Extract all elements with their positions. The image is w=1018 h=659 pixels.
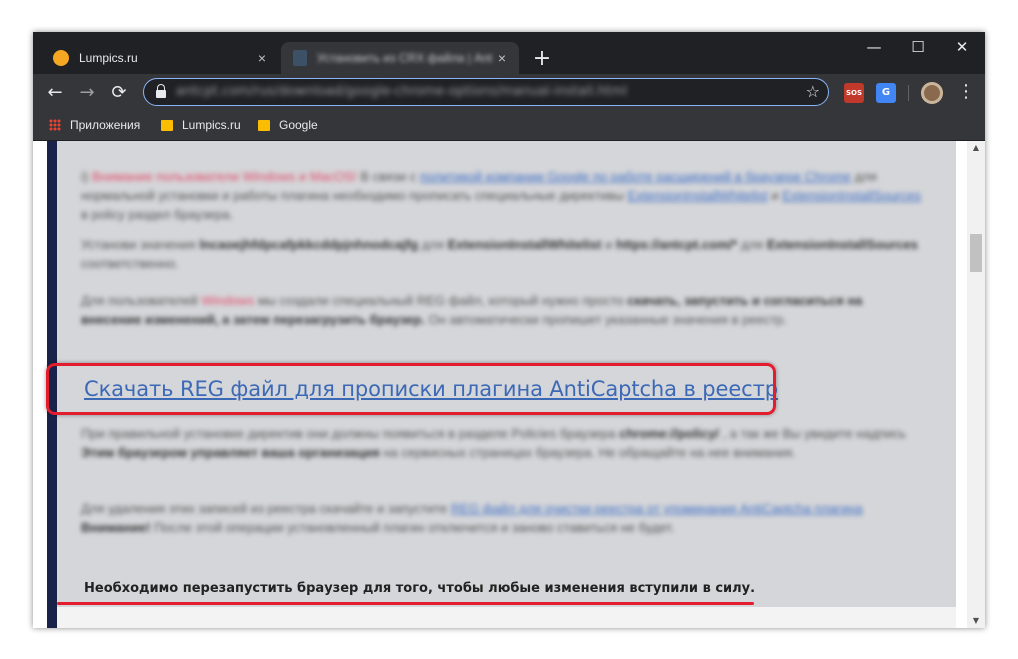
anticaptcha-favicon-icon <box>293 50 307 66</box>
para-text: на сервисных страницах браузера. Не обра… <box>383 445 796 460</box>
para-text: соответственно. <box>81 256 179 271</box>
para-text: Установи значения <box>81 237 196 252</box>
address-bar[interactable]: antcpt.com/rus/download/google-chrome-op… <box>143 78 829 106</box>
cleanup-reg-link[interactable]: REG файл для очистки реестра от упоминан… <box>451 501 863 516</box>
sources-link[interactable]: ExtensionInstallSources <box>782 188 921 203</box>
vertical-scrollbar[interactable]: ▲ ▼ <box>967 141 985 628</box>
para-bold: ExtensionInstallSources <box>766 237 918 252</box>
para-bold: https://antcpt.com/* <box>616 237 738 252</box>
para-text: Для удаления этих записей из реестра ска… <box>81 501 448 516</box>
reload-button[interactable]: ⟳ <box>107 81 131 105</box>
folder-icon <box>258 119 270 131</box>
browser-window: Lumpics.ru × Установить из CRX файла | A… <box>33 32 985 628</box>
scroll-up-icon[interactable]: ▲ <box>967 141 985 155</box>
tab-anticaptcha[interactable]: Установить из CRX файла | AntiCaptcha × <box>281 42 519 74</box>
tab-title: Установить из CRX файла | AntiCaptcha <box>317 51 493 65</box>
red-underline-mark <box>57 602 754 605</box>
para-bold: ExtensionInstallWhitelist <box>447 237 602 252</box>
forward-button[interactable]: → <box>75 81 99 105</box>
apps-grid-icon <box>49 119 61 131</box>
folder-icon <box>161 119 173 131</box>
para-text: В связи с <box>360 169 417 184</box>
paragraph-policies: При правильной установке директив они до… <box>81 424 921 462</box>
para-text: и <box>771 188 779 203</box>
para-text: После этой операции установленный плагин… <box>153 520 675 535</box>
minimize-button[interactable]: — <box>859 38 889 56</box>
bookmark-lumpics[interactable]: Lumpics.ru <box>161 118 241 132</box>
tab-lumpics[interactable]: Lumpics.ru × <box>41 42 279 74</box>
lumpics-favicon-icon <box>53 50 69 66</box>
bookmark-apps[interactable]: Приложения <box>49 118 140 132</box>
translate-extension-icon[interactable]: G <box>876 83 896 103</box>
tab-close-icon[interactable]: × <box>493 50 511 66</box>
article-footer-strip <box>57 607 956 628</box>
profile-avatar[interactable] <box>921 82 943 104</box>
bookmark-label: Приложения <box>70 118 141 132</box>
para-text: Он автоматически пропишет указанные знач… <box>428 312 788 327</box>
para-bold: Этим браузером управляет ваша организаци… <box>81 445 380 460</box>
scroll-down-icon[interactable]: ▼ <box>967 614 985 628</box>
whitelist-link[interactable]: ExtensionInstallWhitelist <box>628 188 768 203</box>
toolbar: ← → ⟳ antcpt.com/rus/download/google-chr… <box>33 74 985 112</box>
toolbar-separator <box>908 85 909 101</box>
bookmark-star-icon[interactable]: ☆ <box>806 82 820 101</box>
warning-text: Внимание пользователи Windows и MacOS! <box>91 169 357 184</box>
bookmark-google[interactable]: Google <box>258 118 318 132</box>
para-bold: chrome://policy/ <box>619 426 719 441</box>
para-text: для <box>421 237 445 252</box>
close-window-button[interactable]: ✕ <box>947 38 977 56</box>
paragraph-removal: Для удаления этих записей из реестра ска… <box>81 499 921 537</box>
paragraph-reg-file: Для пользователей Windows мы создали спе… <box>81 291 921 329</box>
tab-close-icon[interactable]: × <box>253 50 271 66</box>
bookmarks-bar: Приложения Lumpics.ru Google <box>33 112 985 141</box>
lock-icon[interactable] <box>156 84 166 98</box>
tab-strip: Lumpics.ru × Установить из CRX файла | A… <box>33 32 985 74</box>
para-text: для <box>740 237 764 252</box>
bookmark-label: Google <box>279 118 318 132</box>
para-text: мы создали специальный REG файл, который… <box>257 293 624 308</box>
maximize-button[interactable]: ☐ <box>903 38 933 56</box>
menu-dots-icon[interactable]: ⋮ <box>957 81 975 103</box>
url-text[interactable]: antcpt.com/rus/download/google-chrome-op… <box>176 84 627 99</box>
bookmark-label: Lumpics.ru <box>182 118 241 132</box>
paragraph-windows-mac: i) Внимание пользователи Windows и MacOS… <box>81 167 921 224</box>
tab-title: Lumpics.ru <box>79 51 138 65</box>
windows-text: Windows <box>201 293 255 308</box>
para-text: При правильной установке директив они до… <box>81 426 616 441</box>
paragraph-values: Установи значения lncaoejhfdpcafpkkcddpj… <box>81 235 921 273</box>
highlight-box <box>46 363 776 415</box>
new-tab-button[interactable]: + <box>531 46 553 71</box>
para-text: и <box>605 237 613 252</box>
para-bold: lncaoejhfdpcafpkkcddpjnhnodcajfg <box>199 237 419 252</box>
restart-note: Необходимо перезапустить браузер для тог… <box>84 581 756 596</box>
para-text: i) <box>81 169 92 184</box>
page-viewport: i) Внимание пользователи Windows и MacOS… <box>33 141 985 628</box>
scroll-thumb[interactable] <box>970 234 982 272</box>
policy-link[interactable]: политикой компании Google по работе расш… <box>420 169 851 184</box>
sos-extension-icon[interactable]: SOS <box>844 83 864 103</box>
para-text: в policy раздел браузера. <box>81 207 234 222</box>
back-button[interactable]: ← <box>43 81 67 105</box>
para-text: , а так же Вы увидите надпись <box>722 426 906 441</box>
para-text: Для пользователей <box>81 293 198 308</box>
para-bold: Внимание! <box>81 520 151 535</box>
